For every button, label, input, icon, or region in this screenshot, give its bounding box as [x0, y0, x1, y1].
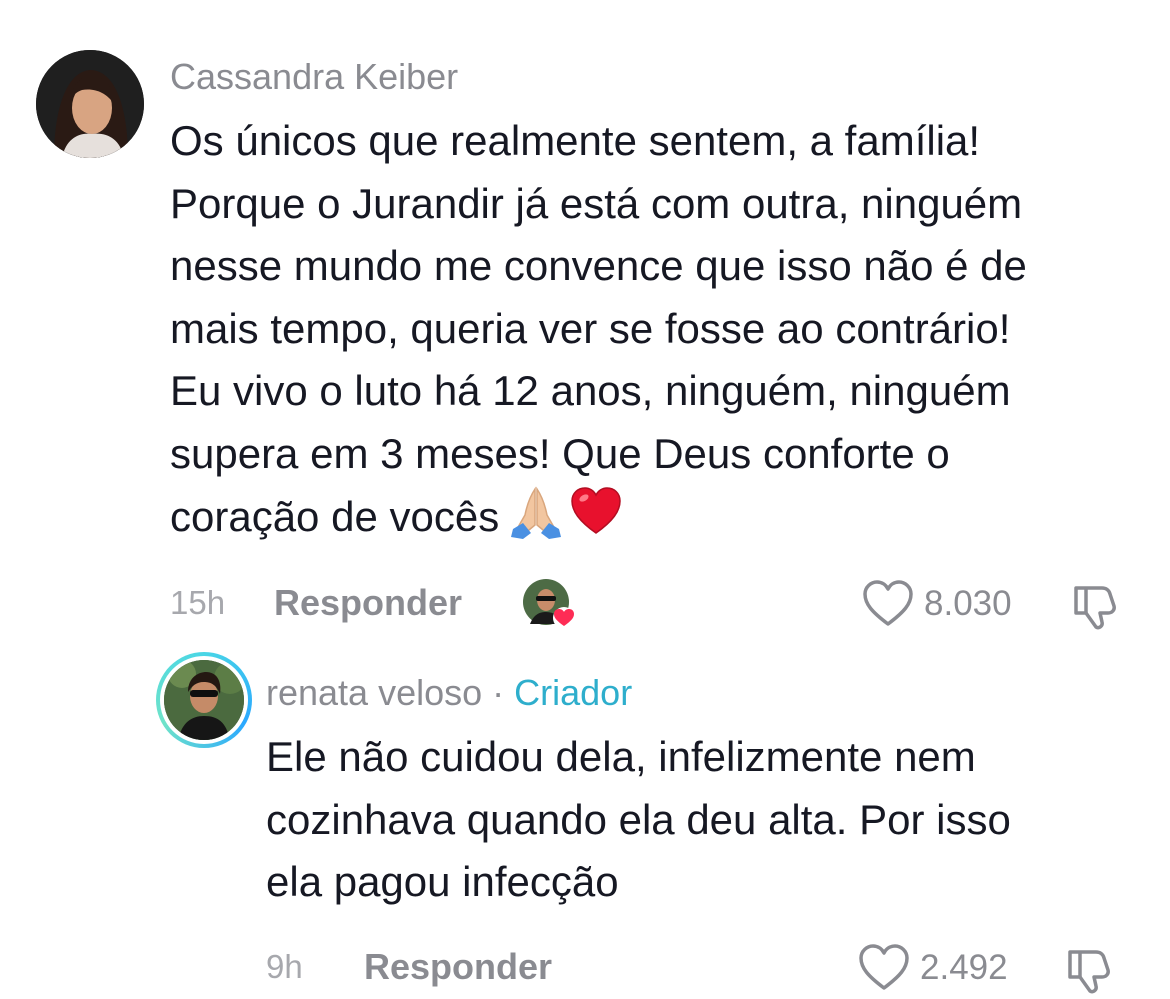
like-count: 8.030	[924, 584, 1012, 623]
comment-username-row: renata veloso · Criador	[266, 672, 632, 714]
comment-line: Porque o Jurandir já está com outra, nin…	[170, 179, 1023, 227]
reply-button[interactable]: Responder	[274, 582, 462, 624]
red-heart-emoji-icon	[571, 487, 621, 534]
thumbs-down-icon[interactable]	[1066, 944, 1116, 994]
like-group[interactable]: 2.492	[858, 944, 1008, 992]
dislike-button[interactable]	[1066, 944, 1116, 994]
thumbs-down-icon[interactable]	[1072, 580, 1122, 630]
separator-dot: ·	[492, 672, 505, 713]
comment-line: supera em 3 meses! Que Deus conforte o	[170, 429, 950, 477]
emoji-group	[509, 485, 623, 539]
comment-line: Ele não cuidou dela, infelizmente nem	[266, 733, 976, 780]
avatar[interactable]	[160, 656, 248, 744]
comment-line: cozinhava quando ela deu alta. Por isso	[266, 795, 1011, 843]
like-count: 2.492	[920, 948, 1008, 987]
comment-line: Eu vivo o luto há 12 anos, ninguém, ning…	[170, 367, 1011, 414]
comment-username[interactable]: Cassandra Keiber	[170, 56, 458, 98]
comment-username[interactable]: renata veloso	[266, 672, 482, 713]
heart-outline-icon[interactable]	[858, 944, 910, 992]
heart-outline-icon[interactable]	[862, 580, 914, 628]
dislike-button[interactable]	[1072, 580, 1122, 630]
comment-text: Ele não cuidou dela, infelizmente nem co…	[266, 726, 1011, 914]
creator-liked-avatar	[522, 578, 576, 632]
creator-badge: Criador	[514, 672, 633, 713]
comment-text: Os únicos que realmente sentem, a famíli…	[170, 110, 1027, 549]
comment-line-last: coração de vocês	[170, 485, 1027, 549]
reply-button[interactable]: Responder	[364, 946, 552, 988]
comment-line: coração de vocês	[170, 493, 500, 540]
comment-item: Cassandra Keiber Os únicos que realmente…	[0, 0, 1170, 640]
comment-line: mais tempo, queria ver se fosse ao contr…	[170, 304, 1011, 352]
comment-line: ela pagou infecção	[266, 858, 619, 905]
comment-time: 9h	[266, 948, 303, 985]
comment-time: 15h	[170, 584, 226, 621]
comment-line: Os únicos que realmente sentem, a famíli…	[170, 117, 981, 164]
praying-hands-emoji-icon	[511, 486, 562, 539]
avatar[interactable]	[36, 50, 144, 158]
comment-line: nesse mundo me convence que isso não é d…	[170, 242, 1027, 289]
like-group[interactable]: 8.030	[862, 580, 1012, 628]
reply-comment-item: renata veloso · Criador Ele não cuidou del…	[0, 640, 1170, 994]
